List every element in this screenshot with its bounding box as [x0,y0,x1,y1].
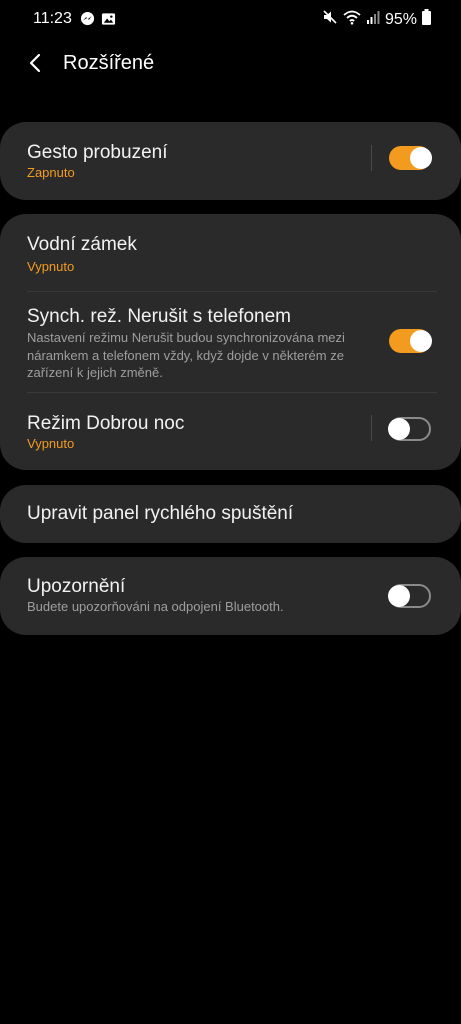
page-title: Rozšířené [63,52,155,74]
back-arrow-icon [28,53,42,78]
setting-title: Upravit panel rychlého spuštění [27,503,294,524]
toggle-knob [410,147,432,169]
signal-icon [366,10,380,29]
card-advanced: Vodní zámek Vypnuto Synch. rež. Nerušit … [0,214,461,470]
setting-status: Zapnuto [27,165,75,180]
wifi-icon [343,10,361,30]
toggle-knob [388,418,410,440]
vertical-divider [371,145,372,171]
setting-description: Nastavení režimu Nerušit budou synchroni… [27,330,345,380]
setting-status: Vypnuto [27,436,75,451]
dobrou-noc-toggle[interactable] [388,417,431,441]
gesto-toggle[interactable] [389,146,432,170]
setting-title: Vodní zámek [27,234,137,255]
messenger-icon [80,11,95,31]
back-button[interactable] [20,50,50,80]
setting-title: Upozornění [27,576,126,597]
vertical-divider [371,415,372,441]
setting-dobrou-noc[interactable]: Režim Dobrou noc Vypnuto [0,393,461,470]
setting-gesto-probuzeni[interactable]: Gesto probuzení Zapnuto [0,122,461,200]
app-bar: Rozšířené [0,44,461,84]
setting-upozorneni[interactable]: Upozornění Budete upozorňováni na odpoje… [0,557,461,635]
setting-synch-nerusit[interactable]: Synch. rež. Nerušit s telefonem Nastaven… [0,292,461,392]
setting-status: Vypnuto [27,259,75,274]
toggle-knob [388,585,410,607]
battery-percent: 95% [384,10,417,28]
gallery-icon [101,12,116,31]
upozorneni-toggle[interactable] [388,584,431,608]
mute-icon [322,9,338,30]
setting-description: Budete upozorňováni na odpojení Bluetoot… [27,599,284,614]
setting-title: Synch. rež. Nerušit s telefonem [27,306,291,327]
status-left-icons [80,11,116,31]
card-upozorneni: Upozornění Budete upozorňováni na odpoje… [0,557,461,635]
setting-vodni-zamek[interactable]: Vodní zámek Vypnuto [0,214,461,291]
setting-title: Gesto probuzení [27,142,168,163]
card-panel: Upravit panel rychlého spuštění [0,485,461,543]
status-time: 11:23 [33,10,72,27]
setting-title: Režim Dobrou noc [27,413,185,434]
battery-icon [422,9,431,30]
synch-toggle[interactable] [389,329,432,353]
status-bar: 11:23 95% [0,0,461,38]
card-gesto: Gesto probuzení Zapnuto [0,122,461,200]
setting-upravit-panel[interactable]: Upravit panel rychlého spuštění [0,485,461,543]
toggle-knob [410,330,432,352]
status-right: 95% [322,9,431,30]
